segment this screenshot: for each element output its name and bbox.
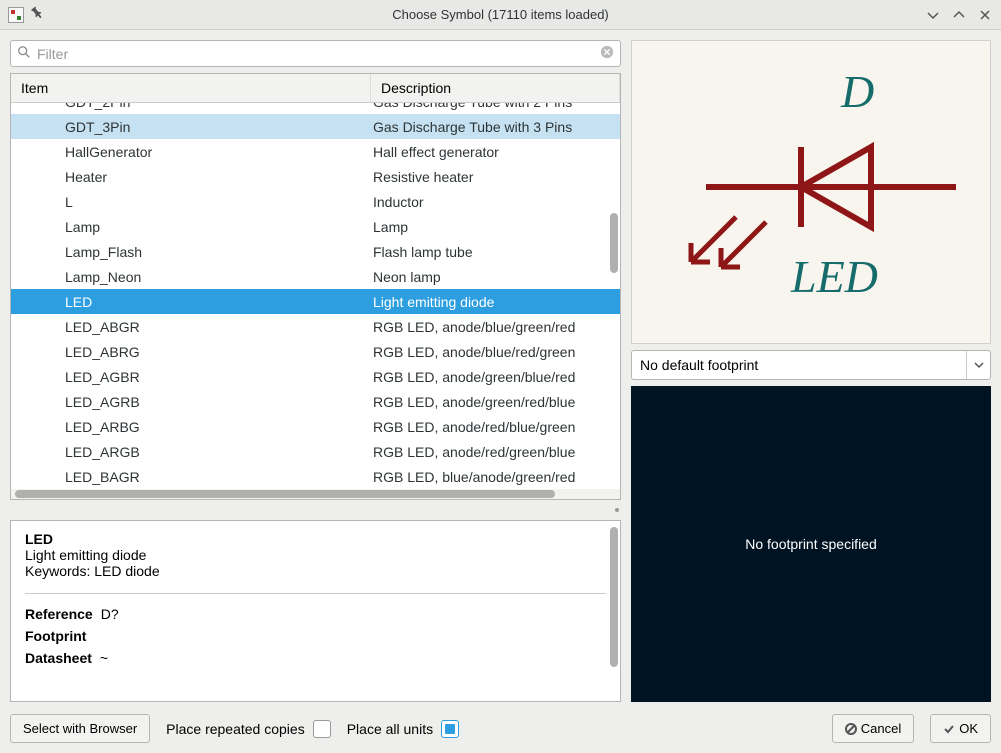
footprint-label: Footprint [25, 628, 86, 644]
detail-description: Light emitting diode [25, 547, 606, 563]
list-item[interactable]: GDT_2PinGas Discharge Tube with 2 Pins [11, 103, 620, 114]
list-item-name: L [11, 194, 371, 210]
close-button[interactable] [977, 7, 993, 23]
window-title: Choose Symbol (17110 items loaded) [0, 7, 1001, 22]
list-item[interactable]: HallGeneratorHall effect generator [11, 139, 620, 164]
cancel-button[interactable]: Cancel [832, 714, 914, 743]
list-item-name: HallGenerator [11, 144, 371, 160]
list-item[interactable]: HeaterResistive heater [11, 164, 620, 189]
list-item[interactable]: Lamp_FlashFlash lamp tube [11, 239, 620, 264]
bottom-bar: Select with Browser Place repeated copie… [10, 710, 991, 743]
list-item-desc: RGB LED, anode/green/blue/red [371, 369, 620, 385]
place-repeated-checkbox[interactable] [313, 720, 331, 738]
list-item[interactable]: LED_AGBRRGB LED, anode/green/blue/red [11, 364, 620, 389]
list-item-name: LED [11, 294, 371, 310]
filter-bar[interactable] [10, 40, 621, 67]
select-with-browser-button[interactable]: Select with Browser [10, 714, 150, 743]
list-item-desc: Flash lamp tube [371, 244, 620, 260]
maximize-button[interactable] [951, 7, 967, 23]
list-item-name: LED_AGRB [11, 394, 371, 410]
list-item-desc: RGB LED, anode/blue/green/red [371, 319, 620, 335]
list-item-name: LED_ARBG [11, 419, 371, 435]
datasheet-value: ~ [100, 650, 108, 666]
list-item[interactable]: LED_BAGRRGB LED, blue/anode/green/red [11, 464, 620, 489]
list-item-name: LED_ARGB [11, 444, 371, 460]
list-item-name: LED_AGBR [11, 369, 371, 385]
column-header-item[interactable]: Item [11, 74, 371, 102]
reference-label: Reference [25, 606, 93, 622]
clear-filter-icon[interactable] [600, 45, 614, 62]
detail-panel: LED Light emitting diode Keywords: LED d… [10, 520, 621, 702]
list-item-desc: RGB LED, anode/red/blue/green [371, 419, 620, 435]
list-item-desc: Hall effect generator [371, 144, 620, 160]
list-item-name: LED_ABRG [11, 344, 371, 360]
list-item-desc: Neon lamp [371, 269, 620, 285]
list-header[interactable]: Item Description [11, 74, 620, 103]
list-item-desc: RGB LED, anode/red/green/blue [371, 444, 620, 460]
ok-button[interactable]: OK [930, 714, 991, 743]
place-repeated-label: Place repeated copies [166, 721, 305, 737]
list-item[interactable]: LEDLight emitting diode [11, 289, 620, 314]
place-all-units-checkbox[interactable] [441, 720, 459, 738]
list-item[interactable]: LED_ABGRRGB LED, anode/blue/green/red [11, 314, 620, 339]
symbol-preview[interactable]: D LED [631, 40, 991, 344]
list-item[interactable]: LED_ABRGRGB LED, anode/blue/red/green [11, 339, 620, 364]
splitter-handle[interactable] [10, 506, 621, 514]
list-item-desc: Resistive heater [371, 169, 620, 185]
preview-reference: D [840, 66, 874, 117]
list-item-desc: Gas Discharge Tube with 3 Pins [371, 119, 620, 135]
column-header-description[interactable]: Description [371, 74, 620, 102]
list-item-name: LED_ABGR [11, 319, 371, 335]
list-item[interactable]: Lamp_NeonNeon lamp [11, 264, 620, 289]
detail-keywords: Keywords: LED diode [25, 563, 606, 579]
filter-input[interactable] [37, 46, 594, 62]
list-item-desc: Inductor [371, 194, 620, 210]
search-icon [17, 45, 31, 62]
list-item[interactable]: GDT_3PinGas Discharge Tube with 3 Pins [11, 114, 620, 139]
reference-value: D? [101, 606, 119, 622]
list-item-name: Lamp_Flash [11, 244, 371, 260]
horizontal-scrollbar[interactable] [11, 489, 620, 499]
pin-icon[interactable] [30, 6, 44, 23]
chevron-down-icon [966, 351, 990, 379]
list-item-name: LED_BAGR [11, 469, 371, 485]
datasheet-label: Datasheet [25, 650, 92, 666]
check-icon [943, 723, 955, 735]
place-repeated-option[interactable]: Place repeated copies [166, 720, 331, 738]
vertical-scrollbar[interactable] [610, 213, 618, 273]
app-icon [8, 7, 24, 23]
footprint-preview-text: No footprint specified [745, 536, 877, 552]
list-item-name: GDT_2Pin [11, 103, 371, 110]
list-item[interactable]: LInductor [11, 189, 620, 214]
list-item-name: GDT_3Pin [11, 119, 371, 135]
detail-scrollbar[interactable] [610, 527, 618, 667]
list-item-desc: RGB LED, anode/blue/red/green [371, 344, 620, 360]
list-item-desc: Gas Discharge Tube with 2 Pins [371, 103, 620, 110]
list-item-desc: Light emitting diode [371, 294, 620, 310]
footprint-combo[interactable]: No default footprint [631, 350, 991, 380]
place-all-units-label: Place all units [347, 721, 433, 737]
detail-name: LED [25, 531, 606, 547]
list-item-desc: Lamp [371, 219, 620, 235]
list-item-name: Heater [11, 169, 371, 185]
list-item-name: Lamp_Neon [11, 269, 371, 285]
footprint-preview[interactable]: No footprint specified [631, 386, 991, 702]
minimize-button[interactable] [925, 7, 941, 23]
list-item[interactable]: LED_AGRBRGB LED, anode/green/red/blue [11, 389, 620, 414]
place-all-units-option[interactable]: Place all units [347, 720, 459, 738]
list-item[interactable]: LED_ARBGRGB LED, anode/red/blue/green [11, 414, 620, 439]
list-item-desc: RGB LED, blue/anode/green/red [371, 469, 620, 485]
preview-value: LED [790, 251, 878, 302]
list-item[interactable]: LampLamp [11, 214, 620, 239]
list-item-name: Lamp [11, 219, 371, 235]
footprint-combo-label: No default footprint [632, 357, 966, 373]
list-item[interactable]: LED_ARGBRGB LED, anode/red/green/blue [11, 439, 620, 464]
cancel-icon [845, 723, 857, 735]
symbol-list: Item Description GDT_2PinGas Discharge T… [10, 73, 621, 500]
list-item-desc: RGB LED, anode/green/red/blue [371, 394, 620, 410]
titlebar: Choose Symbol (17110 items loaded) [0, 0, 1001, 30]
